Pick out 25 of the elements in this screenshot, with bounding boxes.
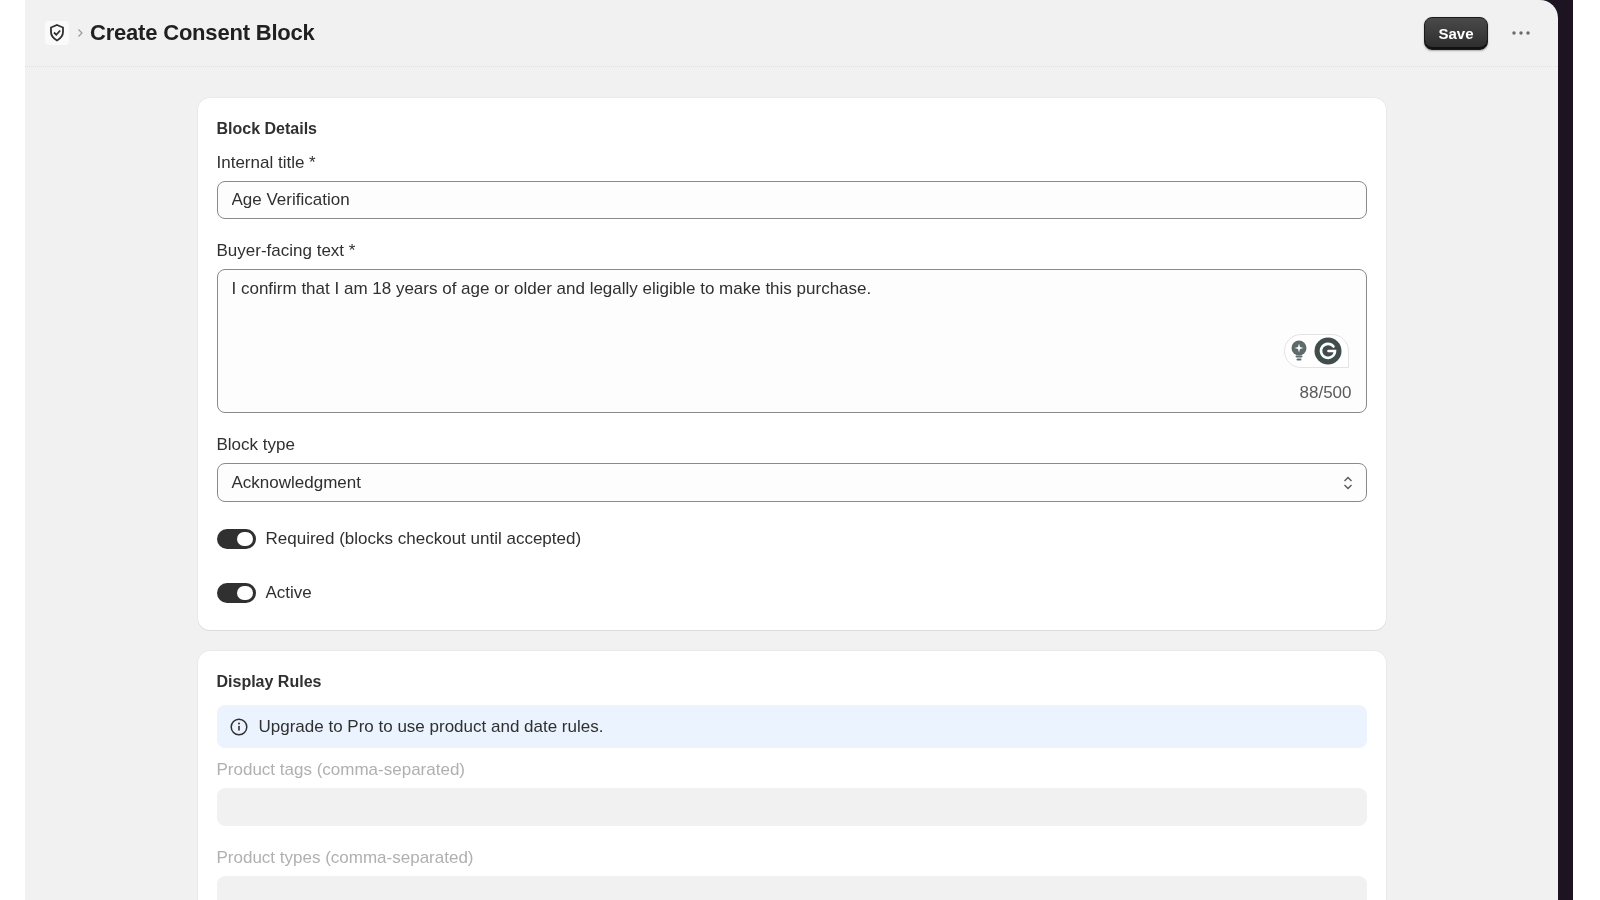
notice-text: Upgrade to Pro to use product and date rules. [258, 716, 604, 737]
internal-title-field[interactable]: Age Verification [216, 181, 1367, 219]
shield-check-icon [45, 21, 69, 45]
field-label: Buyer-facing text * [216, 241, 357, 261]
toggle-switch[interactable] [216, 583, 256, 603]
field-label: Block type [216, 435, 296, 455]
up-down-chevron-icon [1342, 474, 1353, 491]
info-icon [229, 717, 248, 736]
field-label: Internal title * [216, 153, 317, 173]
toggle-label: Required (blocks checkout until accepted) [265, 529, 582, 549]
page-title: Create Consent Block [90, 20, 315, 46]
field-label: Product types (comma-separated) [216, 848, 475, 868]
toggle-switch[interactable] [216, 529, 256, 549]
more-icon [1512, 31, 1530, 35]
lightbulb-icon [1290, 340, 1309, 362]
save-button[interactable]: Save [1424, 16, 1488, 50]
writing-assistant-widget[interactable] [1283, 334, 1349, 368]
section-title: Display Rules [216, 672, 323, 692]
toggle-label: Active [265, 583, 312, 603]
section-title: Block Details [216, 119, 318, 139]
field-label: Product tags (comma-separated) [216, 760, 466, 780]
block-type-select[interactable]: Acknowledgment [216, 463, 1367, 502]
g-letter-icon [1313, 337, 1342, 365]
character-counter: 88/500 [1299, 383, 1352, 403]
chevron-right-icon [76, 28, 84, 38]
